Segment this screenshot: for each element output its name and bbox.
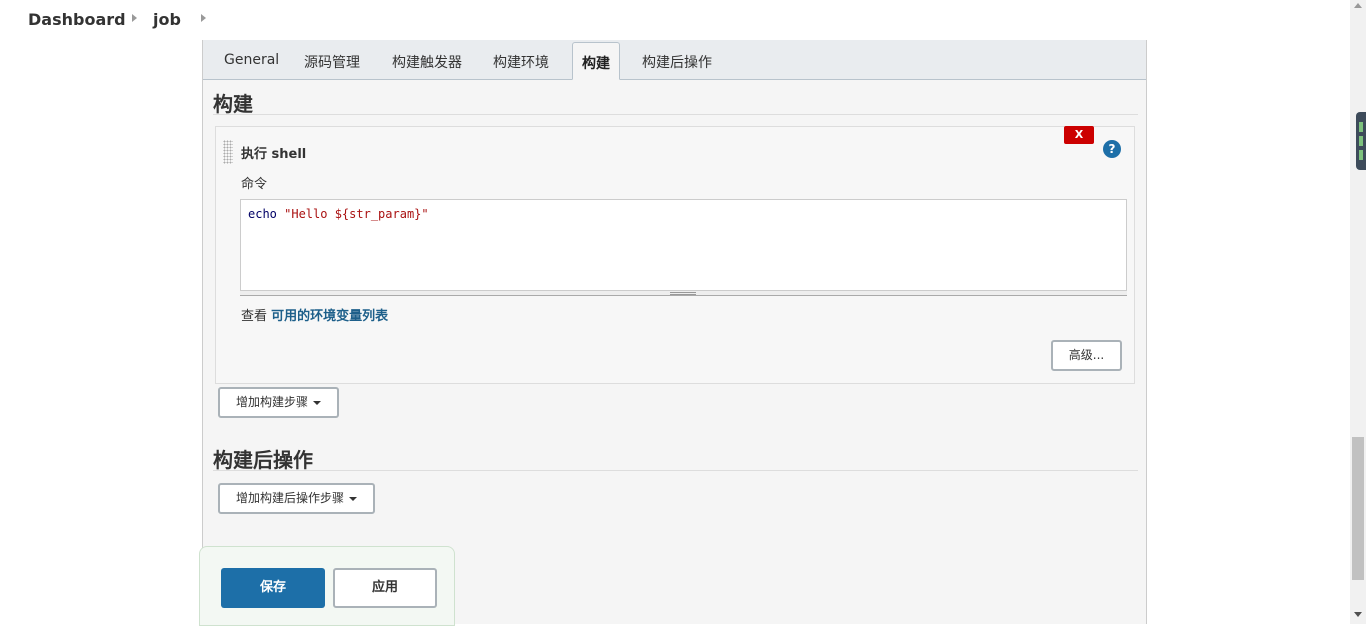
vertical-scrollbar[interactable] (1350, 0, 1366, 624)
scroll-thumb[interactable] (1352, 437, 1364, 580)
command-string: "Hello ${str_param}" (284, 207, 429, 221)
tab-bar: General 源码管理 构建触发器 构建环境 构建 构建后操作 (203, 40, 1146, 80)
tab-scm[interactable]: 源码管理 (304, 52, 360, 72)
tab-general[interactable]: General (224, 52, 279, 68)
env-prefix: 查看 (241, 309, 272, 324)
command-code: echo (248, 207, 285, 221)
build-section-title: 构建 (213, 92, 253, 116)
chevron-right-icon[interactable] (132, 14, 137, 22)
config-page: General 源码管理 构建触发器 构建环境 构建 构建后操作 构建 执行 s… (0, 40, 1350, 626)
divider (213, 470, 1138, 471)
breadcrumb-job[interactable]: job (153, 10, 181, 29)
side-widget-icon[interactable] (1356, 112, 1366, 170)
env-vars-line: 查看 可用的环境变量列表 (241, 305, 388, 324)
add-build-step-label: 增加构建步骤 (235, 395, 308, 409)
caret-down-icon (313, 400, 321, 405)
delete-step-button[interactable]: X (1064, 126, 1094, 144)
env-vars-link[interactable]: 可用的环境变量列表 (271, 309, 388, 324)
step-title: 执行 shell (241, 147, 307, 162)
command-label: 命令 (241, 177, 268, 192)
widget-bar (1359, 150, 1363, 160)
scroll-up-icon[interactable] (1354, 3, 1362, 8)
shell-build-step: 执行 shell X ? 命令 echo "Hello ${str_param}… (215, 126, 1135, 384)
textarea-resize-handle[interactable] (240, 290, 1127, 296)
divider (213, 114, 1138, 115)
widget-bar (1359, 122, 1363, 132)
advanced-button[interactable]: 高级... (1051, 340, 1122, 371)
help-icon[interactable]: ? (1103, 140, 1121, 158)
post-build-section-title: 构建后操作 (213, 448, 313, 472)
config-panel: General 源码管理 构建触发器 构建环境 构建 构建后操作 构建 执行 s… (199, 40, 1147, 626)
breadcrumb-dashboard[interactable]: Dashboard (28, 10, 126, 29)
scroll-down-icon[interactable] (1354, 612, 1362, 617)
tab-build[interactable]: 构建 (572, 42, 620, 80)
widget-bar (1359, 136, 1363, 146)
tab-post-build[interactable]: 构建后操作 (642, 52, 712, 72)
add-build-step-button[interactable]: 增加构建步骤 (218, 387, 339, 418)
tab-triggers[interactable]: 构建触发器 (392, 52, 462, 72)
save-button[interactable]: 保存 (221, 568, 325, 608)
add-post-build-step-label: 增加构建后操作步骤 (235, 491, 344, 505)
bottom-sticker: 保存 应用 (199, 546, 455, 626)
breadcrumb: Dashboard job (0, 0, 1350, 40)
chevron-right-icon[interactable] (201, 14, 206, 22)
grip-icon (670, 292, 696, 295)
caret-down-icon (349, 496, 357, 501)
command-textarea[interactable]: echo "Hello ${str_param}" (240, 199, 1127, 296)
drag-handle-icon[interactable] (223, 140, 233, 164)
add-post-build-step-button[interactable]: 增加构建后操作步骤 (218, 483, 375, 514)
apply-button[interactable]: 应用 (333, 568, 437, 608)
tab-build-env[interactable]: 构建环境 (493, 52, 549, 72)
